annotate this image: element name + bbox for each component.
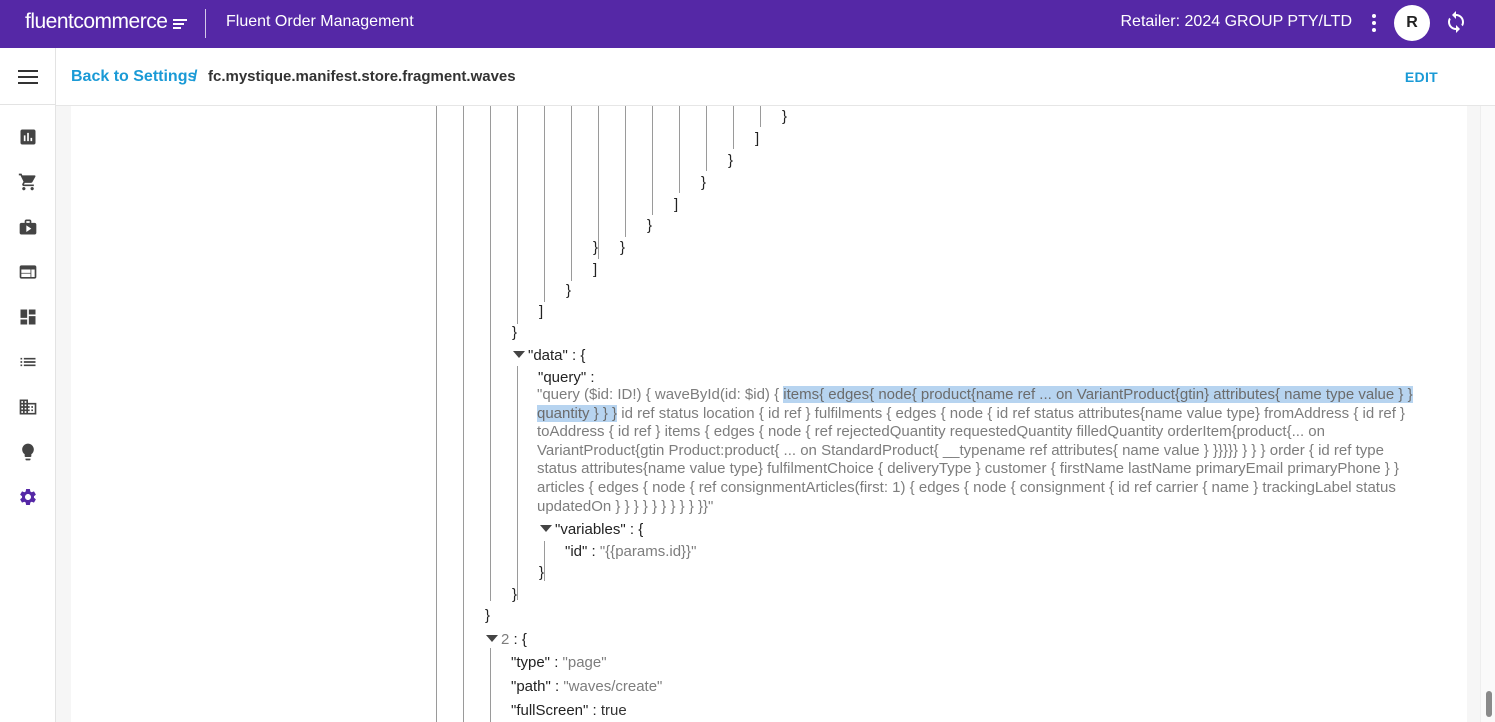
id-key: "id": [565, 543, 588, 560]
breadcrumb-separator: /: [193, 68, 198, 85]
tree-guide-line: [706, 106, 707, 171]
tree-guide-line: [490, 106, 491, 601]
tree-guide-line: [436, 106, 437, 722]
tree-guide-line: [463, 106, 464, 722]
header-divider: [205, 9, 206, 38]
closing-bracket: }: [512, 586, 518, 603]
gear-icon[interactable]: [18, 487, 38, 507]
type-key: "type": [511, 654, 551, 671]
side-navigation: [0, 48, 56, 722]
closing-bracket: ]: [674, 196, 679, 213]
more-options-icon[interactable]: [1367, 12, 1381, 34]
colon-brace: : {: [572, 347, 586, 364]
colon: :: [590, 369, 595, 386]
tree-guide-line: [760, 106, 761, 127]
path-row: "path" : "waves/create": [511, 678, 662, 696]
hamburger-menu-icon[interactable]: [18, 70, 38, 84]
scrollbar-thumb[interactable]: [1486, 691, 1492, 717]
variables-node-toggle[interactable]: "variables" : {: [540, 521, 643, 539]
type-row: "type" : "page": [511, 654, 607, 672]
tree-guide-line: [733, 106, 734, 149]
browser-window-icon[interactable]: [18, 262, 38, 282]
path-key: "path": [511, 678, 551, 695]
retailer-selector[interactable]: Retailer: 2024 GROUP PTY/LTD: [1121, 13, 1353, 31]
closing-bracket: }: [566, 282, 572, 299]
dashboard-icon[interactable]: [18, 307, 38, 327]
variables-key: "variables": [555, 521, 626, 538]
closing-bracket: }: [485, 607, 491, 624]
setting-name: fc.mystique.manifest.store.fragment.wave…: [208, 68, 516, 85]
item-2-toggle[interactable]: 2 : {: [486, 631, 527, 649]
query-value[interactable]: "query ($id: ID!) { waveById(id: $id) { …: [537, 386, 1427, 516]
top-app-bar: fluentcommerce Fluent Order Management R…: [0, 0, 1495, 48]
fullscreen-value: true: [600, 702, 627, 719]
logo-text: fluentcommerce: [25, 10, 168, 33]
closing-bracket: }: [701, 174, 707, 191]
query-key-row: "query" :: [538, 369, 595, 387]
query-key: "query": [538, 369, 587, 386]
bar-chart-icon[interactable]: [18, 127, 38, 147]
query-text-after: id ref status location { id ref } fulfil…: [537, 404, 1406, 515]
collapse-triangle-icon[interactable]: [513, 351, 525, 358]
collapse-triangle-icon[interactable]: [486, 635, 498, 642]
tree-guide-line: [544, 541, 545, 581]
user-avatar[interactable]: R: [1394, 5, 1430, 41]
closing-bracket: }: [539, 564, 545, 581]
closing-bracket: ]: [539, 303, 544, 320]
list-icon[interactable]: [18, 352, 38, 372]
briefcase-play-icon[interactable]: [18, 217, 38, 237]
closing-bracket: }: [512, 324, 518, 341]
id-row: "id" : "{{params.id}}": [565, 543, 696, 561]
data-key: "data": [528, 347, 568, 364]
back-to-settings-link[interactable]: Back to Settings: [71, 68, 196, 86]
cart-icon[interactable]: [18, 172, 38, 192]
breadcrumb: Back to Settings / fc.mystique.manifest.…: [56, 48, 1495, 106]
fullscreen-row: "fullScreen" : true: [511, 702, 627, 720]
colon: :: [555, 678, 560, 695]
tree-guide-line: [652, 106, 653, 215]
closing-bracket: }: [728, 152, 734, 169]
query-text-before: "query ($id: ID!) { waveById(id: $id) {: [537, 386, 784, 403]
closing-bracket: }: [647, 217, 653, 234]
colon: :: [554, 654, 559, 671]
app-title: Fluent Order Management: [226, 13, 414, 30]
closing-bracket: }: [782, 108, 788, 125]
fullscreen-key: "fullScreen": [511, 702, 589, 719]
item-index: 2: [501, 631, 510, 648]
lightbulb-icon[interactable]: [18, 442, 38, 462]
path-value: "waves/create": [563, 678, 663, 695]
collapse-triangle-icon[interactable]: [540, 525, 552, 532]
closing-bracket: }: [620, 239, 626, 256]
tree-guide-line: [517, 366, 518, 600]
edit-button[interactable]: EDIT: [1405, 69, 1438, 85]
logo-bars-icon: [173, 18, 188, 29]
colon: :: [592, 702, 597, 719]
id-value: "{{params.id}}": [599, 543, 697, 560]
rail-divider: [0, 104, 56, 105]
fluent-commerce-logo[interactable]: fluentcommerce: [25, 10, 188, 34]
closing-bracket: ]: [755, 130, 760, 147]
tree-guide-line: [679, 106, 680, 193]
tree-guide-line: [571, 106, 572, 281]
refresh-icon[interactable]: [1444, 10, 1468, 34]
colon: :: [591, 543, 596, 560]
data-node-toggle[interactable]: "data" : {: [513, 347, 585, 365]
colon-brace: : {: [629, 521, 644, 538]
tree-guide-line: [490, 648, 491, 722]
colon-brace: : {: [513, 631, 527, 648]
tree-guide-line: [544, 106, 545, 302]
type-value: "page": [562, 654, 607, 671]
tree-guide-line: [598, 106, 599, 259]
tree-guide-line: [517, 106, 518, 324]
vertical-scrollbar[interactable]: [1480, 106, 1495, 722]
closing-bracket: ]: [593, 261, 598, 278]
closing-bracket: }: [593, 239, 599, 256]
tree-guide-line: [625, 106, 626, 237]
building-icon[interactable]: [18, 397, 38, 417]
